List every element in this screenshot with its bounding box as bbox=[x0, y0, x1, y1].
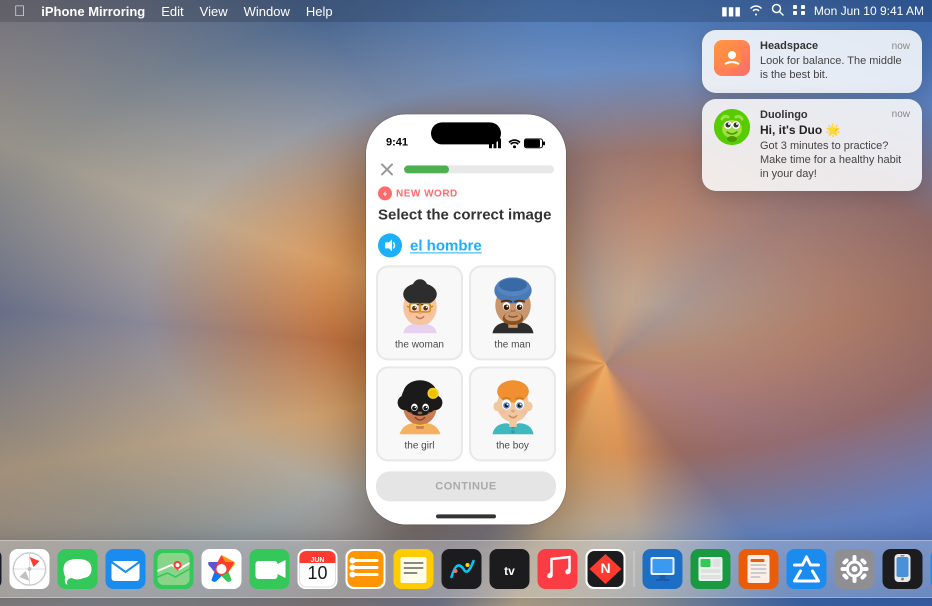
progress-bar-fill bbox=[404, 165, 449, 173]
duolingo-body: Got 3 minutes to practice? Make time for… bbox=[760, 139, 910, 182]
battery-icon: ▮▮▮ bbox=[721, 4, 741, 18]
menu-window[interactable]: Window bbox=[238, 0, 296, 22]
svg-text:10: 10 bbox=[307, 563, 327, 583]
headspace-app-name: Headspace bbox=[760, 40, 818, 52]
headspace-body: Look for balance. The middle is the best… bbox=[760, 54, 910, 83]
continue-button-area: CONTINUE bbox=[366, 461, 566, 507]
progress-bar bbox=[404, 165, 554, 173]
dock-messages[interactable] bbox=[56, 547, 100, 591]
image-grid: the woman bbox=[366, 265, 566, 461]
status-time: 9:41 bbox=[386, 136, 408, 148]
dock-mail[interactable] bbox=[104, 547, 148, 591]
home-bar bbox=[436, 514, 496, 518]
duolingo-time: now bbox=[892, 109, 910, 120]
duolingo-content: Duolingo now Hi, it's Duo 🌟 Got 3 minute… bbox=[760, 109, 910, 182]
close-button[interactable] bbox=[378, 160, 396, 178]
badge-icon: + bbox=[378, 186, 392, 200]
iphone-container: 9:41 bbox=[366, 114, 566, 524]
card-woman[interactable]: the woman bbox=[376, 265, 463, 360]
continue-button[interactable]: CONTINUE bbox=[376, 471, 556, 501]
menu-edit[interactable]: Edit bbox=[155, 0, 189, 22]
duolingo-icon bbox=[714, 109, 750, 145]
girl-illustration bbox=[390, 376, 450, 436]
dock-iphone-mirroring[interactable] bbox=[881, 547, 925, 591]
woman-label: the woman bbox=[395, 339, 444, 350]
speaker-button[interactable] bbox=[378, 233, 402, 257]
wifi-icon bbox=[749, 4, 763, 19]
dock-safari[interactable] bbox=[8, 547, 52, 591]
dock-appstore[interactable] bbox=[785, 547, 829, 591]
progress-area bbox=[366, 152, 566, 182]
search-icon[interactable] bbox=[771, 3, 784, 19]
girl-label: the girl bbox=[404, 440, 434, 451]
menu-view[interactable]: View bbox=[194, 0, 234, 22]
boy-illustration bbox=[483, 376, 543, 436]
notifications-panel: Headspace now Look for balance. The midd… bbox=[702, 30, 922, 191]
svg-text:N: N bbox=[600, 560, 610, 576]
boy-label: the boy bbox=[496, 440, 529, 451]
dynamic-island bbox=[431, 122, 501, 144]
duolingo-header: Duolingo now bbox=[760, 109, 910, 121]
dock-launchpad[interactable] bbox=[0, 547, 4, 591]
dock-keynote[interactable] bbox=[641, 547, 685, 591]
dock-appletv[interactable]: tv bbox=[488, 547, 532, 591]
menubar-right: ▮▮▮ Mon Jun 10 9:41 AM bbox=[721, 3, 924, 19]
dock-airdrop[interactable] bbox=[929, 547, 932, 591]
menubar:  iPhone Mirroring Edit View Window Help… bbox=[0, 0, 932, 22]
woman-illustration bbox=[390, 275, 450, 335]
clock: Mon Jun 10 9:41 AM bbox=[814, 4, 924, 18]
dock-calendar[interactable]: JUN 10 bbox=[296, 547, 340, 591]
dock-news[interactable]: N bbox=[584, 547, 628, 591]
dock-reminders[interactable] bbox=[344, 547, 388, 591]
app-name: iPhone Mirroring bbox=[35, 0, 151, 22]
notification-headspace[interactable]: Headspace now Look for balance. The midd… bbox=[702, 30, 922, 93]
dock: JUN 10 bbox=[0, 540, 932, 598]
menubar-left:  iPhone Mirroring Edit View Window Help bbox=[8, 0, 339, 22]
headspace-time: now bbox=[892, 41, 910, 52]
dock-notes[interactable] bbox=[392, 547, 436, 591]
man-illustration bbox=[483, 275, 543, 335]
apple-menu[interactable]:  bbox=[8, 0, 31, 22]
word-text: el hombre bbox=[410, 237, 482, 254]
dock-numbers[interactable] bbox=[689, 547, 733, 591]
dock-music[interactable] bbox=[536, 547, 580, 591]
headspace-icon bbox=[714, 40, 750, 76]
card-man[interactable]: the man bbox=[469, 265, 556, 360]
notification-duolingo[interactable]: Duolingo now Hi, it's Duo 🌟 Got 3 minute… bbox=[702, 99, 922, 192]
dock-pages[interactable] bbox=[737, 547, 781, 591]
dock-maps[interactable] bbox=[152, 547, 196, 591]
dock-settings[interactable] bbox=[833, 547, 877, 591]
card-boy[interactable]: the boy bbox=[469, 366, 556, 461]
dock-separator bbox=[634, 551, 635, 587]
new-word-badge: + NEW WORD bbox=[366, 182, 566, 204]
svg-text:tv: tv bbox=[504, 564, 515, 578]
dock-freeform[interactable] bbox=[440, 547, 484, 591]
duolingo-app-name: Duolingo bbox=[760, 109, 808, 121]
iphone-frame: 9:41 bbox=[366, 114, 566, 524]
duolingo-title: Hi, it's Duo 🌟 bbox=[760, 123, 910, 137]
home-indicator bbox=[366, 507, 566, 524]
man-label: the man bbox=[494, 339, 530, 350]
iphone-screen-content: + NEW WORD Select the correct image el h… bbox=[366, 152, 566, 524]
question-title: Select the correct image bbox=[366, 204, 566, 229]
iphone-status-bar: 9:41 bbox=[366, 114, 566, 152]
word-row: el hombre bbox=[366, 229, 566, 265]
headspace-content: Headspace now Look for balance. The midd… bbox=[760, 40, 910, 83]
card-girl[interactable]: the girl bbox=[376, 366, 463, 461]
dock-photos[interactable] bbox=[200, 547, 244, 591]
menu-help[interactable]: Help bbox=[300, 0, 339, 22]
badge-text: NEW WORD bbox=[396, 188, 458, 199]
dock-facetime[interactable] bbox=[248, 547, 292, 591]
control-center-icon[interactable] bbox=[792, 4, 806, 19]
headspace-header: Headspace now bbox=[760, 40, 910, 52]
